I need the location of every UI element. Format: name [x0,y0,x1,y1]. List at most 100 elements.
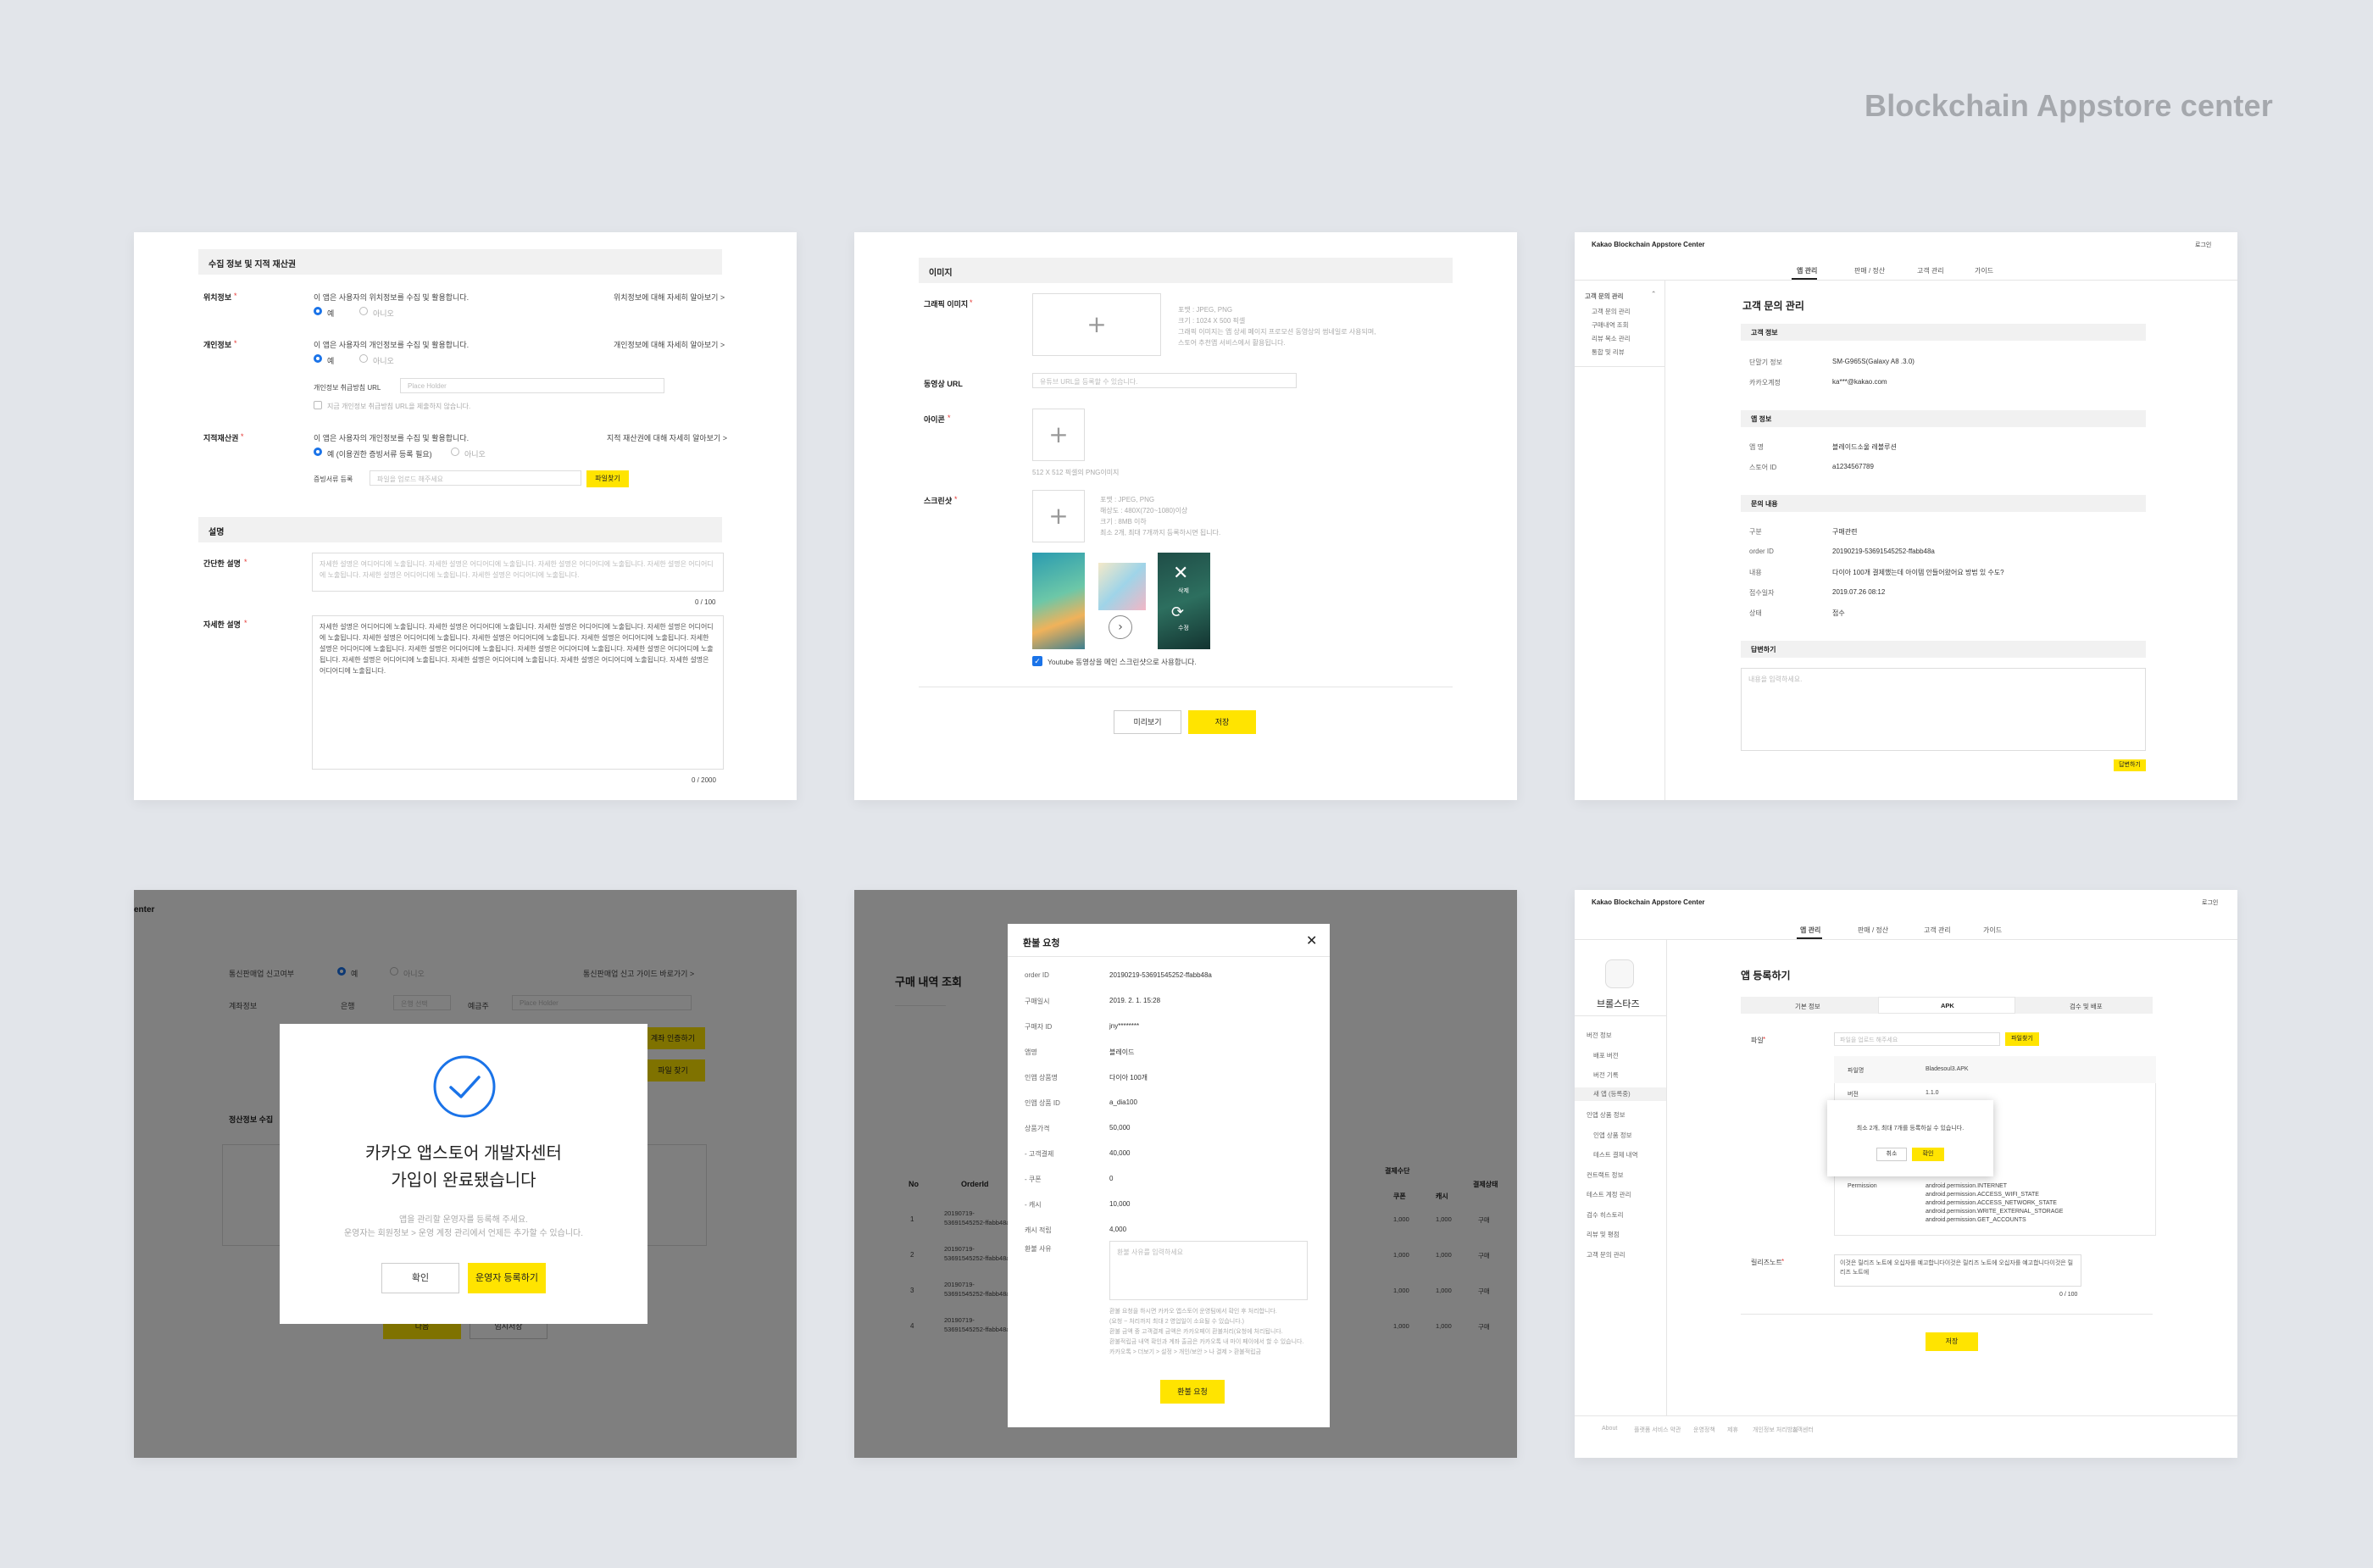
tab-guide[interactable]: 가이드 [1983,926,2002,935]
doc-input[interactable]: 파일을 업로드 해주세요 [370,470,581,486]
ip-link[interactable]: 지적 재산권에 대해 자세히 알아보기 > [607,432,727,443]
radio-label: 예 [327,357,335,365]
short-desc-textarea[interactable]: 자세한 설명은 여디어디에 노출됩니다. 자세한 설명은 어디어디에 노출됩니다… [312,553,724,592]
tab-sales[interactable]: 판매 / 정산 [1854,266,1885,275]
sidebar-item[interactable]: 인앱 상품 정보 [1587,1110,1626,1120]
step-tab[interactable]: 검수 및 배포 [2070,1002,2103,1011]
field-key: 인앱 상품 ID [1025,1099,1060,1107]
preview-button[interactable]: 미리보기 [1114,710,1181,734]
personal-no-radio[interactable] [359,354,368,363]
ip-yes-radio[interactable] [314,448,322,456]
confirm-button[interactable]: 확인 [381,1263,459,1293]
personal-link[interactable]: 개인정보에 대해 자세히 알아보기 > [614,339,725,350]
loc-yes-radio[interactable] [314,307,322,315]
long-desc-textarea[interactable]: 자세한 설명은 어디어디에 노출됩니다. 자세한 설명은 어디어디에 노출됩니다… [312,615,724,770]
close-icon[interactable]: ✕ [1173,563,1188,584]
policy-url-input[interactable]: Place Holder [400,378,664,393]
release-note-textarea[interactable]: 이것은 릴리즈 노트에 오십자를 예고합니다이것은 릴리즈 노트에 오십자를 예… [1834,1254,2081,1287]
sidebar-item[interactable]: 구매내역 조회 [1592,320,1628,330]
policy-checkbox[interactable] [314,401,322,409]
sidebar-item[interactable]: 배포 버전 [1593,1051,1619,1060]
answer-textarea[interactable]: 내용을 입력하세요. [1741,668,2146,751]
modal-title: 카카오 앱스토어 개발자센터 [365,1144,562,1163]
doc-label: 증빙서류 등록 [314,475,353,483]
screenshot-thumbnail[interactable] [1098,563,1146,610]
confirm-button[interactable]: 확인 [1912,1148,1944,1161]
file-input[interactable]: 파일을 업로드 해주세요 [1834,1032,2000,1046]
divider [1575,280,2237,281]
sidebar-item[interactable]: 버전 기록 [1593,1070,1619,1080]
limit-alert-popup: 최소 2개, 최대 7개를 등록하실 수 있습니다. 취소 확인 [1827,1100,1993,1176]
sidebar-item[interactable]: 테스트 계정 관리 [1587,1190,1631,1199]
release-note-label: 릴리즈노트 [1751,1259,1782,1266]
refund-submit-button[interactable]: 환불 요청 [1160,1380,1225,1404]
find-file-button[interactable]: 파일찾기 [586,470,629,487]
icon-desc: 512 X 512 픽셀의 PNG이미지 [1032,469,1120,476]
char-counter: 0 / 100 [2059,1292,2078,1298]
field-value: 다이아 100개 [1109,1074,1148,1081]
sidebar-group[interactable]: 고객 문의 관리 [1585,292,1624,301]
app-title: Kakao Blockchain Appstore Center [1592,898,1705,906]
sidebar-item[interactable]: 리뷰 및 평점 [1587,1230,1620,1239]
cancel-button[interactable]: 취소 [1876,1148,1907,1161]
register-operator-button[interactable]: 운영자 등록하기 [468,1263,546,1293]
modal-title: 환불 요청 [1023,938,1060,948]
login-link[interactable]: 로그인 [2202,898,2218,907]
tab-customer[interactable]: 고객 관리 [1917,266,1944,275]
tab-app-manage[interactable]: 앱 관리 [1797,266,1817,275]
answer-button[interactable]: 답변하기 [2114,759,2146,771]
sidebar-item[interactable]: 컨트랙트 정보 [1587,1170,1623,1180]
permission-key: Permission [1848,1183,1877,1189]
close-icon[interactable]: ✕ [1306,932,1317,948]
refresh-icon[interactable]: ⟳ [1171,603,1184,621]
step-tab[interactable]: APK [1941,1002,1954,1009]
tab-guide[interactable]: 가이드 [1975,266,1993,275]
screenshot-upload-plus-icon[interactable]: + [1032,490,1085,542]
chevron-up-icon[interactable]: ⌃ [1651,290,1656,297]
login-link[interactable]: 로그인 [2195,241,2211,249]
sidebar-item[interactable]: 검수 히스토리 [1587,1210,1623,1220]
graphic-upload-plus-icon[interactable]: + [1032,293,1161,356]
permission-value: android.permission.WRITE_EXTERNAL_STORAG… [1926,1209,2064,1215]
sidebar-item[interactable]: 버전 정보 [1587,1031,1612,1040]
tab-customer[interactable]: 고객 관리 [1924,926,1951,935]
icon-upload-plus-icon[interactable]: + [1032,409,1085,461]
section-title: 이미지 [929,269,953,278]
sidebar-item[interactable]: 인앱 상품 정보 [1593,1131,1632,1140]
signup-complete-modal: 카카오 앱스토어 개발자센터 가입이 완료됐습니다 앱을 관리할 운영자를 등록… [280,1024,647,1324]
tab-sales[interactable]: 판매 / 정산 [1858,926,1888,935]
ip-no-radio[interactable] [451,448,459,456]
footer-link[interactable]: 운영정책 [1693,1426,1715,1434]
refund-note-line: 카카오톡 > 더보기 > 설정 > 개인/보안 > 나 결제 > 환불적립금 [1109,1349,1262,1355]
sidebar-item[interactable]: 고객 문의 관리 [1587,1250,1626,1259]
graphic-label: 그래픽 이미지 [924,300,969,309]
footer-link[interactable]: About [1602,1426,1617,1432]
sidebar-item[interactable]: 통합 및 리뷰 [1592,348,1625,357]
reason-textarea[interactable]: 환불 사유를 입력하세요 [1109,1241,1308,1300]
loc-link[interactable]: 위치정보에 대해 자세히 알아보기 > [614,292,725,303]
sidebar-divider [1666,939,1667,1415]
brand-title: Blockchain Appstore center [1864,88,2273,123]
footer-link[interactable]: 고객센터 [1792,1426,1814,1434]
find-file-button[interactable]: 파일찾기 [2005,1032,2039,1046]
shot-desc-line: 포맷 : JPEG, PNG [1100,496,1155,503]
char-counter: 0 / 2000 [692,776,716,784]
loc-no-radio[interactable] [359,307,368,315]
footer-link[interactable]: 제휴 [1727,1426,1738,1434]
footer-link[interactable]: 플랫폼 서비스 약관 [1634,1426,1681,1434]
sidebar-item[interactable]: 리뷰 목소 관리 [1592,334,1631,343]
field-key: 구매일시 [1025,998,1050,1005]
save-button[interactable]: 저장 [1926,1332,1978,1351]
sidebar-item[interactable]: 새 앱 (등록중) [1575,1087,1666,1101]
sidebar-item[interactable]: 테스트 결제 내역 [1593,1150,1637,1159]
step-tab[interactable]: 기본 정보 [1795,1002,1820,1011]
screenshot-thumbnail[interactable] [1032,553,1085,649]
video-url-input[interactable]: 유튜브 URL을 등록할 수 있습니다. [1032,373,1297,388]
youtube-checkbox[interactable]: ✓ [1032,656,1042,666]
tab-app-manage[interactable]: 앱 관리 [1800,926,1820,935]
section-header: 앱 정보 [1741,410,2146,427]
save-button[interactable]: 저장 [1188,710,1256,734]
personal-yes-radio[interactable] [314,354,322,363]
sidebar-item[interactable]: 고객 문의 관리 [1592,307,1631,316]
play-circle-icon[interactable]: › [1109,615,1132,639]
